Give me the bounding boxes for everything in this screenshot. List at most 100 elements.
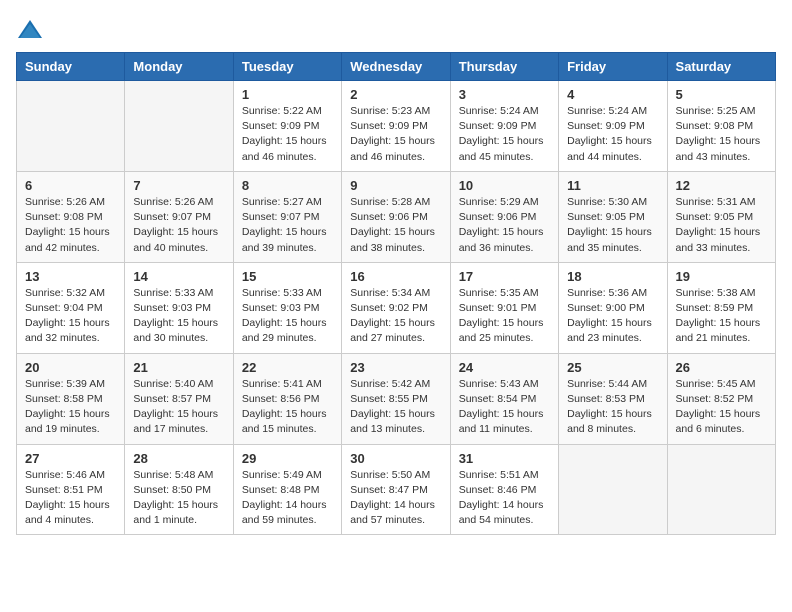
calendar-cell: 19 Sunrise: 5:38 AM Sunset: 8:59 PM Dayli… [667,262,775,353]
day-number: 8 [242,178,333,193]
day-info: Sunrise: 5:35 AM Sunset: 9:01 PM Dayligh… [459,286,550,347]
header-day-tuesday: Tuesday [233,53,341,81]
calendar-cell: 11 Sunrise: 5:30 AM Sunset: 9:05 PM Dayli… [559,171,667,262]
day-number: 27 [25,451,116,466]
day-number: 7 [133,178,224,193]
calendar-cell: 9 Sunrise: 5:28 AM Sunset: 9:06 PM Daylig… [342,171,450,262]
calendar-cell: 28Sunrise: 5:48 AM Sunset: 8:50 PM Dayli… [125,444,233,535]
day-info: Sunrise: 5:23 AM Sunset: 9:09 PM Dayligh… [350,104,441,165]
calendar-cell: 14 Sunrise: 5:33 AM Sunset: 9:03 PM Dayli… [125,262,233,353]
calendar-cell: 6 Sunrise: 5:26 AM Sunset: 9:08 PM Daylig… [17,171,125,262]
day-number: 30 [350,451,441,466]
day-number: 16 [350,269,441,284]
calendar-cell: 30 Sunrise: 5:50 AM Sunset: 8:47 PM Dayli… [342,444,450,535]
day-number: 2 [350,87,441,102]
calendar-cell: 27 Sunrise: 5:46 AM Sunset: 8:51 PM Dayli… [17,444,125,535]
calendar-header-row: SundayMondayTuesdayWednesdayThursdayFrid… [17,53,776,81]
header-day-sunday: Sunday [17,53,125,81]
day-info: Sunrise: 5:48 AM Sunset: 8:50 PM Dayligh… [133,468,224,529]
calendar-cell: 26 Sunrise: 5:45 AM Sunset: 8:52 PM Dayli… [667,353,775,444]
calendar-table: SundayMondayTuesdayWednesdayThursdayFrid… [16,52,776,535]
day-info: Sunrise: 5:33 AM Sunset: 9:03 PM Dayligh… [242,286,333,347]
day-info: Sunrise: 5:45 AM Sunset: 8:52 PM Dayligh… [676,377,767,438]
day-info: Sunrise: 5:39 AM Sunset: 8:58 PM Dayligh… [25,377,116,438]
calendar-cell: 15 Sunrise: 5:33 AM Sunset: 9:03 PM Dayli… [233,262,341,353]
day-number: 1 [242,87,333,102]
calendar-cell: 5 Sunrise: 5:25 AM Sunset: 9:08 PM Daylig… [667,81,775,172]
day-info: Sunrise: 5:50 AM Sunset: 8:47 PM Dayligh… [350,468,441,529]
day-info: Sunrise: 5:38 AM Sunset: 8:59 PM Dayligh… [676,286,767,347]
day-number: 21 [133,360,224,375]
day-number: 5 [676,87,767,102]
day-info: Sunrise: 5:42 AM Sunset: 8:55 PM Dayligh… [350,377,441,438]
day-number: 31 [459,451,550,466]
day-info: Sunrise: 5:24 AM Sunset: 9:09 PM Dayligh… [459,104,550,165]
day-info: Sunrise: 5:24 AM Sunset: 9:09 PM Dayligh… [567,104,658,165]
day-number: 11 [567,178,658,193]
day-number: 14 [133,269,224,284]
day-info: Sunrise: 5:25 AM Sunset: 9:08 PM Dayligh… [676,104,767,165]
day-number: 24 [459,360,550,375]
calendar-cell: 4 Sunrise: 5:24 AM Sunset: 9:09 PM Daylig… [559,81,667,172]
calendar-week-row: 20 Sunrise: 5:39 AM Sunset: 8:58 PM Dayli… [17,353,776,444]
day-info: Sunrise: 5:22 AM Sunset: 9:09 PM Dayligh… [242,104,333,165]
day-info: Sunrise: 5:34 AM Sunset: 9:02 PM Dayligh… [350,286,441,347]
day-number: 26 [676,360,767,375]
calendar-cell: 24 Sunrise: 5:43 AM Sunset: 8:54 PM Dayli… [450,353,558,444]
calendar-cell: 25 Sunrise: 5:44 AM Sunset: 8:53 PM Dayli… [559,353,667,444]
day-number: 6 [25,178,116,193]
calendar-cell: 31Sunrise: 5:51 AM Sunset: 8:46 PM Dayli… [450,444,558,535]
calendar-week-row: 1 Sunrise: 5:22 AM Sunset: 9:09 PM Daylig… [17,81,776,172]
calendar-cell: 1 Sunrise: 5:22 AM Sunset: 9:09 PM Daylig… [233,81,341,172]
calendar-cell: 29 Sunrise: 5:49 AM Sunset: 8:48 PM Dayli… [233,444,341,535]
day-number: 25 [567,360,658,375]
calendar-cell: 17Sunrise: 5:35 AM Sunset: 9:01 PM Dayli… [450,262,558,353]
day-info: Sunrise: 5:32 AM Sunset: 9:04 PM Dayligh… [25,286,116,347]
day-info: Sunrise: 5:43 AM Sunset: 8:54 PM Dayligh… [459,377,550,438]
day-info: Sunrise: 5:44 AM Sunset: 8:53 PM Dayligh… [567,377,658,438]
calendar-week-row: 27 Sunrise: 5:46 AM Sunset: 8:51 PM Dayli… [17,444,776,535]
calendar-cell [667,444,775,535]
day-info: Sunrise: 5:46 AM Sunset: 8:51 PM Dayligh… [25,468,116,529]
day-info: Sunrise: 5:33 AM Sunset: 9:03 PM Dayligh… [133,286,224,347]
calendar-week-row: 13 Sunrise: 5:32 AM Sunset: 9:04 PM Dayli… [17,262,776,353]
calendar-cell: 2 Sunrise: 5:23 AM Sunset: 9:09 PM Daylig… [342,81,450,172]
day-info: Sunrise: 5:27 AM Sunset: 9:07 PM Dayligh… [242,195,333,256]
day-info: Sunrise: 5:30 AM Sunset: 9:05 PM Dayligh… [567,195,658,256]
header-day-friday: Friday [559,53,667,81]
calendar-cell: 23 Sunrise: 5:42 AM Sunset: 8:55 PM Dayli… [342,353,450,444]
calendar-cell [125,81,233,172]
calendar-cell: 8 Sunrise: 5:27 AM Sunset: 9:07 PM Daylig… [233,171,341,262]
day-number: 22 [242,360,333,375]
day-info: Sunrise: 5:36 AM Sunset: 9:00 PM Dayligh… [567,286,658,347]
calendar-cell: 3 Sunrise: 5:24 AM Sunset: 9:09 PM Daylig… [450,81,558,172]
day-number: 3 [459,87,550,102]
day-info: Sunrise: 5:28 AM Sunset: 9:06 PM Dayligh… [350,195,441,256]
day-number: 10 [459,178,550,193]
day-number: 9 [350,178,441,193]
calendar-cell: 16 Sunrise: 5:34 AM Sunset: 9:02 PM Dayli… [342,262,450,353]
day-number: 29 [242,451,333,466]
day-number: 13 [25,269,116,284]
calendar-cell: 22 Sunrise: 5:41 AM Sunset: 8:56 PM Dayli… [233,353,341,444]
calendar-cell [559,444,667,535]
header-day-monday: Monday [125,53,233,81]
calendar-cell: 20 Sunrise: 5:39 AM Sunset: 8:58 PM Dayli… [17,353,125,444]
logo-icon [16,16,44,44]
day-number: 12 [676,178,767,193]
calendar-cell: 12Sunrise: 5:31 AM Sunset: 9:05 PM Dayli… [667,171,775,262]
day-number: 19 [676,269,767,284]
day-number: 23 [350,360,441,375]
header-day-saturday: Saturday [667,53,775,81]
calendar-cell: 18 Sunrise: 5:36 AM Sunset: 9:00 PM Dayli… [559,262,667,353]
logo [16,16,48,44]
calendar-cell: 10Sunrise: 5:29 AM Sunset: 9:06 PM Dayli… [450,171,558,262]
day-number: 4 [567,87,658,102]
day-number: 15 [242,269,333,284]
day-number: 18 [567,269,658,284]
day-info: Sunrise: 5:41 AM Sunset: 8:56 PM Dayligh… [242,377,333,438]
day-info: Sunrise: 5:40 AM Sunset: 8:57 PM Dayligh… [133,377,224,438]
day-number: 20 [25,360,116,375]
day-info: Sunrise: 5:26 AM Sunset: 9:08 PM Dayligh… [25,195,116,256]
day-info: Sunrise: 5:49 AM Sunset: 8:48 PM Dayligh… [242,468,333,529]
